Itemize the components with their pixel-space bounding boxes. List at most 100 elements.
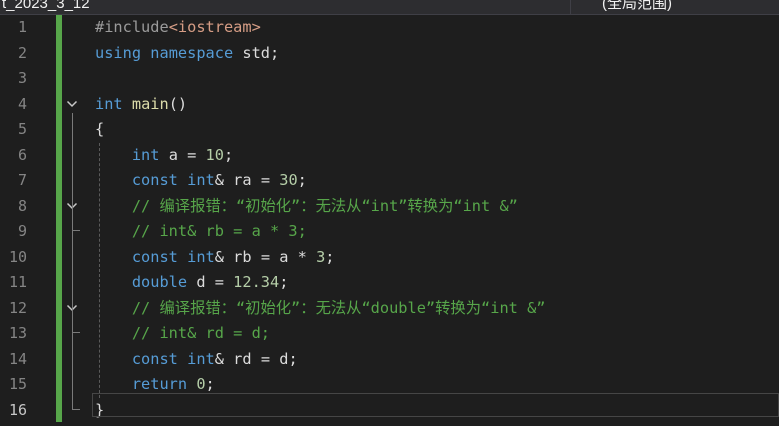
line-number: 1 bbox=[17, 18, 27, 36]
line-number: 11 bbox=[8, 273, 27, 291]
code-line[interactable]: 10 const int& rb = a * 3; bbox=[0, 245, 779, 271]
line-number: 13 bbox=[8, 324, 27, 342]
code-token: // 编译报错：“初始化”：无法从“int”转换为“int &” bbox=[131, 196, 518, 215]
code-line[interactable]: 7 const int& ra = 30; bbox=[0, 168, 779, 194]
code-text: int a = 10; bbox=[95, 143, 233, 169]
code-text: // int& rb = a * 3; bbox=[95, 219, 307, 245]
code-token: using bbox=[95, 43, 142, 62]
code-text: const int& rb = a * 3; bbox=[95, 245, 335, 271]
code-token: int bbox=[187, 349, 215, 368]
outline-scope-line bbox=[72, 112, 73, 409]
scope-dropdown-label[interactable]: (全局范围) bbox=[602, 0, 672, 14]
code-line[interactable]: 14 const int& rd = d; bbox=[0, 347, 779, 373]
code-token: std; bbox=[233, 43, 280, 62]
code-token: d = bbox=[187, 273, 234, 291]
code-line[interactable]: 4 int main() bbox=[0, 92, 779, 118]
code-text: // 编译报错：“初始化”：无法从“int”转换为“int &” bbox=[95, 194, 518, 220]
code-text: int main() bbox=[95, 92, 187, 118]
code-line[interactable]: 5{ bbox=[0, 117, 779, 143]
code-token: & rd = d; bbox=[214, 349, 298, 368]
outline-scope-line bbox=[72, 214, 73, 230]
code-line[interactable]: 13 // int& rd = d; bbox=[0, 321, 779, 347]
tab-separator bbox=[570, 0, 571, 14]
code-token: 3 bbox=[316, 247, 326, 266]
line-number: 7 bbox=[17, 171, 27, 189]
code-token: 0 bbox=[196, 375, 206, 393]
code-token: & ra = bbox=[214, 171, 280, 189]
code-token: ; bbox=[223, 145, 234, 164]
line-number: 5 bbox=[17, 120, 27, 138]
code-line[interactable]: 8 // 编译报错：“初始化”：无法从“int”转换为“int &” bbox=[0, 194, 779, 220]
code-text: using namespace std; bbox=[95, 41, 279, 67]
line-number: 2 bbox=[17, 43, 27, 62]
code-line[interactable]: 3 bbox=[0, 66, 779, 92]
code-token: ; bbox=[325, 247, 335, 266]
outline-scope-end bbox=[72, 230, 80, 231]
editor-tab-bar: t_2023_3_12 (全局范围) bbox=[0, 0, 779, 15]
code-text: const int& ra = 30; bbox=[95, 168, 307, 194]
code-line[interactable]: 1 #include<iostream> bbox=[0, 15, 779, 41]
line-number: 6 bbox=[17, 145, 27, 164]
code-text: #include<iostream> bbox=[95, 15, 261, 41]
code-text: // int& rd = d; bbox=[95, 321, 270, 347]
line-number: 14 bbox=[8, 349, 27, 368]
code-token: const bbox=[131, 171, 178, 189]
code-token: 30 bbox=[279, 171, 298, 189]
code-line[interactable]: 9 // int& rb = a * 3; bbox=[0, 219, 779, 245]
code-token: #include bbox=[95, 18, 169, 36]
line-number: 10 bbox=[8, 247, 27, 266]
code-line[interactable]: 12 // 编译报错：“初始化”：无法从“double”转换为“int &” bbox=[0, 296, 779, 322]
line-number: 15 bbox=[8, 375, 27, 393]
code-text: { bbox=[95, 117, 104, 143]
code-token: int bbox=[187, 247, 215, 266]
outline-scope-end bbox=[72, 408, 80, 410]
code-text: double d = 12.34; bbox=[95, 270, 289, 296]
code-token: int bbox=[95, 94, 123, 113]
code-token: { bbox=[95, 120, 105, 138]
code-token: const bbox=[131, 247, 178, 266]
line-number: 8 bbox=[17, 196, 27, 215]
code-token: & rb = a * bbox=[214, 247, 317, 266]
code-line[interactable]: 11 double d = 12.34; bbox=[0, 270, 779, 296]
indent-guide bbox=[99, 142, 100, 398]
outline-scope-end bbox=[72, 332, 80, 333]
line-number: 9 bbox=[17, 222, 27, 240]
document-tab-title[interactable]: t_2023_3_12 bbox=[0, 0, 562, 14]
code-token: () bbox=[168, 94, 188, 113]
code-token: ; bbox=[205, 375, 215, 393]
code-token: ; bbox=[279, 273, 289, 291]
code-token: double bbox=[131, 273, 188, 291]
code-text: const int& rd = d; bbox=[95, 347, 298, 373]
code-token: // int& rd = d; bbox=[131, 324, 270, 342]
code-text: // 编译报错：“初始化”：无法从“double”转换为“int &” bbox=[95, 296, 546, 322]
code-line[interactable]: 2 using namespace std; bbox=[0, 41, 779, 67]
code-token: int bbox=[131, 145, 160, 164]
code-token: <iostream> bbox=[168, 18, 261, 36]
fold-chevron-down-icon[interactable] bbox=[66, 98, 78, 110]
code-line[interactable]: 6 int a = 10; bbox=[0, 143, 779, 169]
code-token: const bbox=[131, 349, 178, 368]
line-number: 3 bbox=[17, 69, 27, 87]
current-line-highlight bbox=[92, 393, 779, 417]
code-editor[interactable]: 1 #include<iostream> 2 using namespace std;… bbox=[0, 15, 779, 426]
line-number: 12 bbox=[8, 298, 27, 317]
code-token: main bbox=[131, 94, 169, 113]
code-token: 12.34 bbox=[233, 273, 280, 291]
code-token: // int& rb = a * 3; bbox=[131, 222, 307, 240]
code-token: namespace bbox=[150, 43, 234, 62]
